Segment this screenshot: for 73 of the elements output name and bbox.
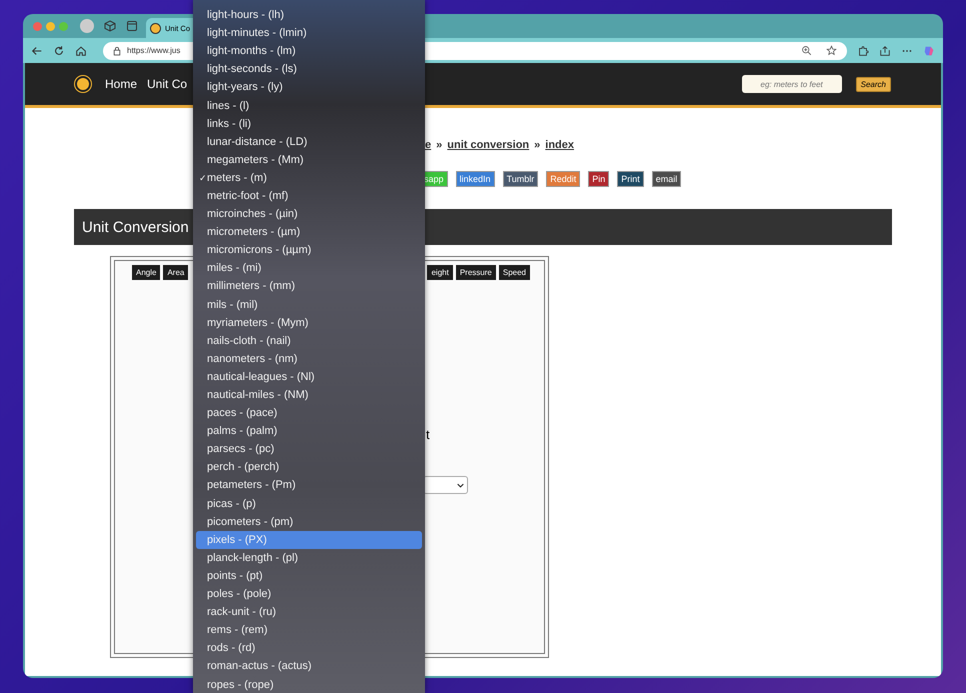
- dropdown-option[interactable]: micromicrons - (µµm): [196, 241, 422, 260]
- star-icon[interactable]: [826, 45, 837, 56]
- category-tab[interactable]: Area: [163, 265, 188, 280]
- dropdown-option[interactable]: light-months - (lm): [196, 42, 422, 60]
- dropdown-option[interactable]: palms - (palm): [196, 422, 422, 440]
- dropdown-option[interactable]: rems - (rem): [196, 621, 422, 640]
- share-button[interactable]: Print: [617, 171, 644, 187]
- breadcrumb-separator: »: [436, 139, 442, 151]
- dropdown-option[interactable]: rods - (rd): [196, 639, 422, 658]
- share-button[interactable]: Pin: [588, 171, 610, 187]
- dropdown-option[interactable]: links - (li): [196, 114, 422, 133]
- dropdown-option[interactable]: nautical-leagues - (Nl): [196, 368, 422, 386]
- home-icon[interactable]: [75, 44, 87, 56]
- breadcrumb-link[interactable]: unit conversion: [447, 139, 530, 151]
- partial-heading: t: [426, 427, 431, 442]
- dropdown-option[interactable]: parsecs - (pc): [196, 440, 422, 458]
- category-tab[interactable]: eight: [427, 265, 453, 280]
- dropdown-option[interactable]: picometers - (pm): [196, 512, 422, 531]
- site-logo-icon: [150, 22, 161, 34]
- dropdown-option[interactable]: roman-actus - (actus): [196, 657, 422, 676]
- breadcrumb-link[interactable]: e: [425, 139, 432, 151]
- dropdown-option[interactable]: nanometers - (nm): [196, 350, 422, 368]
- dropdown-option[interactable]: nautical-miles - (NM): [196, 386, 422, 404]
- dropdown-option[interactable]: lines - (l): [196, 96, 422, 115]
- dropdown-option[interactable]: megameters - (Mm): [196, 150, 422, 169]
- category-tab[interactable]: Pressure: [456, 265, 496, 280]
- dropdown-option[interactable]: perch - (perch): [196, 458, 422, 476]
- check-icon: ✓: [199, 172, 207, 183]
- dropdown-option[interactable]: micrometers - (µm): [196, 223, 422, 242]
- nav-link[interactable]: Home: [105, 77, 138, 91]
- search-field[interactable]: eg: meters to feet: [742, 75, 842, 93]
- category-tab[interactable]: Angle: [132, 265, 160, 280]
- share-button[interactable]: linkedIn: [456, 171, 495, 187]
- dropdown-option[interactable]: points - (pt): [196, 566, 422, 585]
- dropdown-option[interactable]: microinches - (µin): [196, 205, 422, 224]
- share-button[interactable]: email: [652, 171, 682, 187]
- share-button[interactable]: Tumblr: [502, 171, 538, 187]
- dropdown-option[interactable]: nails-cloth - (nail): [196, 332, 422, 350]
- window-icon[interactable]: [126, 20, 138, 32]
- search-button[interactable]: Search: [856, 76, 891, 92]
- dropdown-option[interactable]: millimeters - (mm): [196, 277, 422, 296]
- dropdown-option[interactable]: paces - (pace): [196, 404, 422, 422]
- chevron-icon: [457, 482, 464, 488]
- breadcrumb-separator: »: [534, 139, 540, 151]
- dropdown-option[interactable]: rack-unit - (ru): [196, 603, 422, 622]
- puzzle-icon[interactable]: [857, 44, 869, 56]
- dropdown-option[interactable]: light-minutes - (lmin): [196, 24, 422, 42]
- lock-icon: [113, 46, 121, 56]
- dropdown-option[interactable]: petameters - (Pm): [196, 476, 422, 495]
- dropdown-option[interactable]: planck-length - (pl): [196, 548, 422, 567]
- dropdown-option[interactable]: light-years - (ly): [196, 78, 422, 96]
- nav-link[interactable]: Unit Co: [147, 77, 188, 91]
- dropdown-option[interactable]: metric-foot - (mf): [196, 186, 422, 206]
- dropdown-option[interactable]: ✓meters - (m): [196, 168, 422, 187]
- dropdown-option[interactable]: myriameters - (Mym): [196, 314, 422, 332]
- dropdown-option[interactable]: light-hours - (lh): [196, 6, 422, 24]
- dropdown-option[interactable]: lunar-distance - (LD): [196, 132, 422, 151]
- share-icon[interactable]: [879, 44, 891, 56]
- dropdown-option[interactable]: mils - (mil): [196, 296, 422, 314]
- dropdown-option[interactable]: miles - (mi): [196, 259, 422, 278]
- back-icon[interactable]: [31, 44, 43, 56]
- dropdown-option[interactable]: ropes - (rope): [196, 675, 422, 693]
- zoom-icon[interactable]: [801, 45, 812, 56]
- breadcrumb-link[interactable]: index: [545, 139, 574, 151]
- unit-select[interactable]: [423, 476, 468, 494]
- cube-icon[interactable]: [104, 20, 116, 32]
- dropdown-option[interactable]: picas - (p): [196, 494, 422, 513]
- page-heading: Unit Conversion: [82, 218, 189, 236]
- site-logo-icon[interactable]: [75, 76, 91, 92]
- category-tab[interactable]: Speed: [498, 265, 530, 280]
- dropdown-option[interactable]: poles - (pole): [196, 585, 422, 604]
- dropdown-option[interactable]: light-seconds - (ls): [196, 60, 422, 78]
- reload-icon[interactable]: [53, 44, 65, 56]
